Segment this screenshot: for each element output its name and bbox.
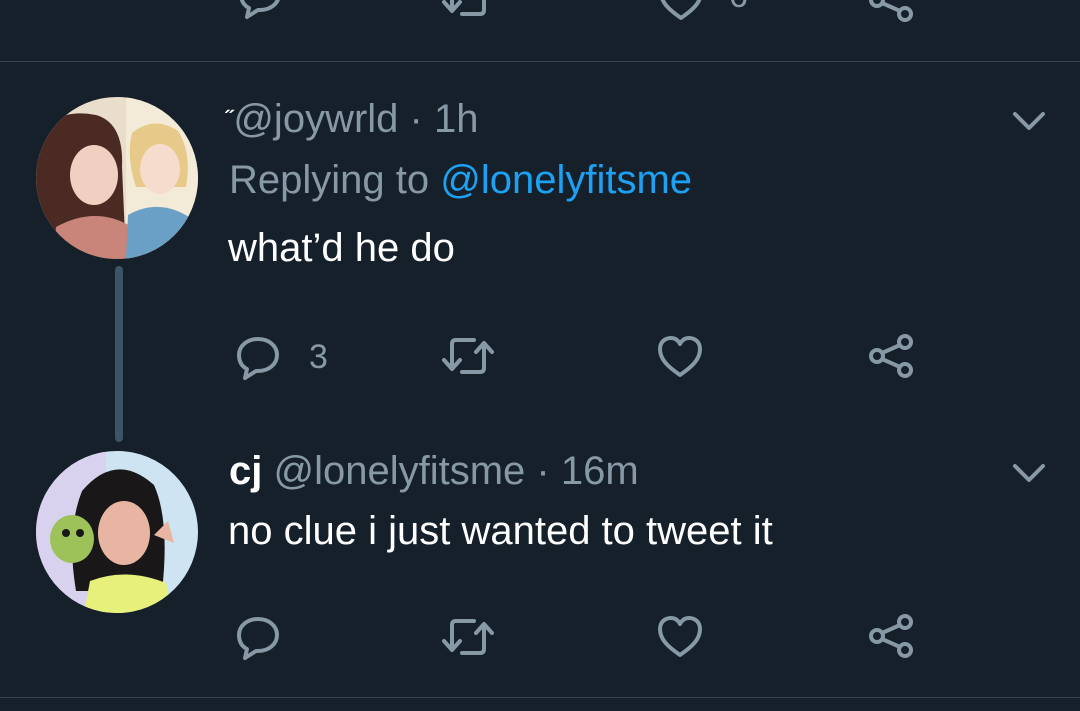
share-icon[interactable] [867,0,915,24]
separator: · [409,97,423,141]
retweet-icon[interactable] [440,334,496,378]
avatar[interactable] [36,97,198,259]
like-icon[interactable] [657,335,703,379]
reply-icon[interactable] [235,615,281,661]
separator: · [536,449,550,493]
chevron-down-icon[interactable] [1010,108,1048,134]
share-icon[interactable] [867,612,915,660]
replying-to: Replying to @lonelyfitsme [229,156,692,204]
handle[interactable]: @joywrld [233,97,398,141]
chevron-down-icon[interactable] [1010,460,1048,486]
reply-count: 3 [309,338,328,376]
timestamp[interactable]: 1h [434,97,479,141]
like-icon[interactable] [658,0,704,22]
timestamp[interactable]: 16m [561,449,639,493]
tweet-header: cj @lonelyfitsme · 16m [229,447,639,495]
tweet-text: what’d he do [228,226,455,270]
retweet-icon[interactable] [440,615,496,659]
share-icon[interactable] [867,332,915,380]
tweet-text: no clue i just wanted to tweet it [228,509,773,553]
display-name[interactable]: cj [229,449,262,493]
replying-prefix: Replying to [229,158,430,202]
divider [0,697,1080,698]
thread-line [115,266,123,442]
like-count: 6 [729,0,748,16]
reply-icon[interactable] [238,0,282,20]
like-icon[interactable] [657,615,703,659]
handle[interactable]: @lonelyfitsme [273,449,525,493]
retweet-icon[interactable] [440,0,496,20]
tweet-header: ˝@joywrld · 1h [226,95,478,143]
replying-handle-link[interactable]: @lonelyfitsme [440,158,692,202]
reply-icon[interactable] [235,335,281,381]
divider [0,61,1080,62]
avatar[interactable] [36,451,198,613]
